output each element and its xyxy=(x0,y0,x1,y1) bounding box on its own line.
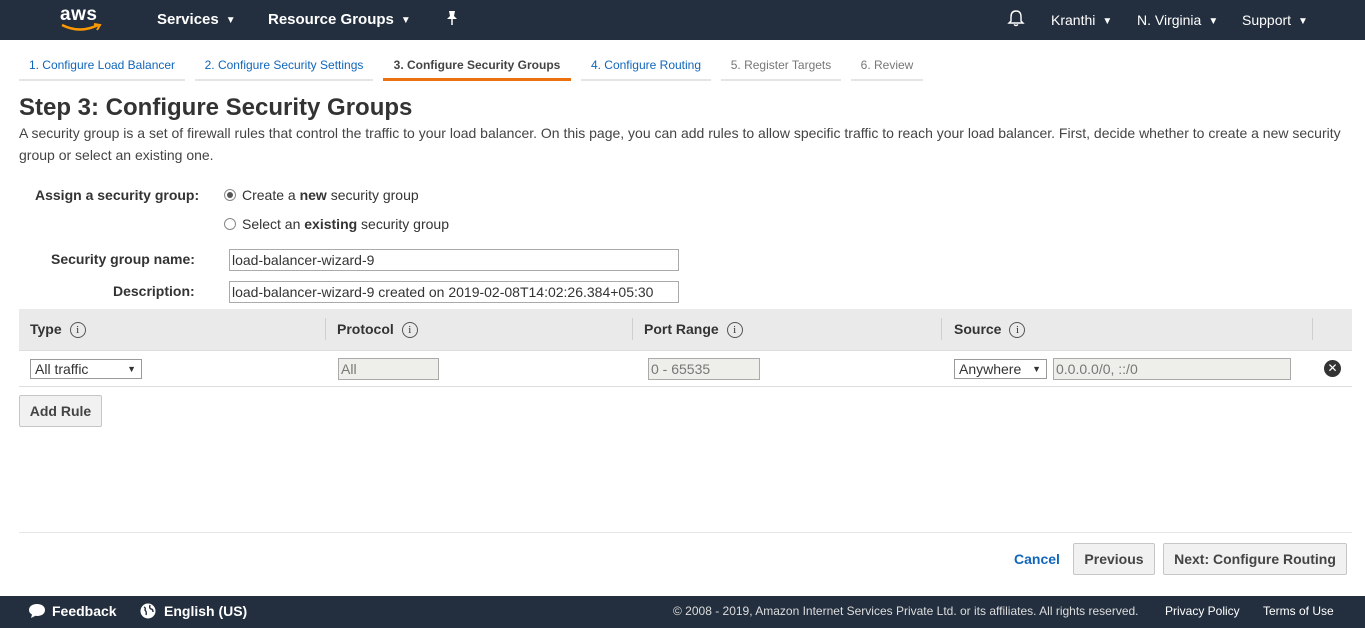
divider xyxy=(19,532,1352,533)
info-icon[interactable]: i xyxy=(401,322,418,338)
column-header-source: Source i xyxy=(954,309,1026,351)
footer: Feedback English (US) © 2008 - 2019, Ama… xyxy=(0,596,1365,628)
cancel-button[interactable]: Cancel xyxy=(1014,551,1060,567)
chevron-down-icon: ▼ xyxy=(400,15,411,26)
feedback-link[interactable]: Feedback xyxy=(28,596,117,626)
port-range-field: 0 - 65535 xyxy=(648,358,760,380)
column-header-protocol: Protocol i xyxy=(337,309,418,351)
terms-of-use-link[interactable]: Terms of Use xyxy=(1263,596,1334,626)
feedback-label: Feedback xyxy=(52,603,117,619)
create-new-text-post: security group xyxy=(326,187,419,203)
type-select[interactable]: All traffic ▼ xyxy=(30,359,142,379)
column-header-type: Type i xyxy=(30,309,86,351)
column-divider xyxy=(325,318,326,340)
pin-icon[interactable] xyxy=(445,0,459,40)
services-menu[interactable]: Services ▼ xyxy=(157,0,236,40)
privacy-policy-link[interactable]: Privacy Policy xyxy=(1165,596,1240,626)
chevron-down-icon: ▼ xyxy=(1298,16,1308,27)
chevron-down-icon: ▼ xyxy=(1208,16,1219,27)
chevron-down-icon: ▼ xyxy=(225,15,236,26)
tab-configure-security-settings[interactable]: 2. Configure Security Settings xyxy=(195,52,373,81)
notifications-bell-icon[interactable] xyxy=(1007,0,1025,40)
radio-create-new[interactable] xyxy=(224,189,236,201)
info-icon[interactable]: i xyxy=(69,322,86,338)
tab-register-targets: 5. Register Targets xyxy=(721,52,841,81)
tab-configure-security-groups[interactable]: 3. Configure Security Groups xyxy=(383,52,571,81)
protocol-field: All xyxy=(338,358,439,380)
column-header-protocol-label: Protocol xyxy=(337,321,394,337)
services-label: Services xyxy=(157,11,219,28)
radio-create-new-option[interactable]: Create a new security group xyxy=(224,187,419,203)
table-row: All traffic ▼ All 0 - 65535 Anywhere ▼ 0.0… xyxy=(19,351,1352,387)
radio-select-existing[interactable] xyxy=(224,218,236,230)
source-select-value: Anywhere xyxy=(959,361,1022,377)
add-rule-button[interactable]: Add Rule xyxy=(19,395,102,427)
globe-icon xyxy=(140,603,156,619)
language-label: English (US) xyxy=(164,603,248,619)
source-cidr-field: 0.0.0.0/0, ::/0 xyxy=(1053,358,1291,380)
previous-button[interactable]: Previous xyxy=(1073,543,1155,575)
select-existing-text-pre: Select an xyxy=(242,216,305,232)
tab-configure-routing[interactable]: 4. Configure Routing xyxy=(581,52,711,81)
resource-groups-menu[interactable]: Resource Groups ▼ xyxy=(268,0,411,40)
radio-select-existing-option[interactable]: Select an existing security group xyxy=(224,216,449,232)
dropdown-arrow-icon: ▼ xyxy=(1032,364,1041,374)
column-divider xyxy=(1312,318,1313,340)
column-header-source-label: Source xyxy=(954,321,1002,337)
column-header-type-label: Type xyxy=(30,321,62,337)
region-menu[interactable]: N. Virginia ▼ xyxy=(1137,0,1218,40)
select-existing-text-bold: existing xyxy=(304,216,358,232)
create-new-text-bold: new xyxy=(299,187,327,203)
info-icon[interactable]: i xyxy=(1009,322,1026,338)
aws-smile-icon xyxy=(61,23,102,31)
tab-configure-load-balancer[interactable]: 1. Configure Load Balancer xyxy=(19,52,185,81)
tab-review: 6. Review xyxy=(851,52,923,81)
type-select-value: All traffic xyxy=(35,361,89,377)
security-group-name-label: Security group name: xyxy=(51,251,195,267)
select-existing-text-post: security group xyxy=(357,216,449,232)
aws-logo[interactable]: aws xyxy=(60,4,104,34)
top-nav-bar: aws Services ▼ Resource Groups ▼ Kranthi ▼ … xyxy=(0,0,1365,40)
description-input[interactable] xyxy=(229,281,679,303)
source-select[interactable]: Anywhere ▼ xyxy=(954,359,1047,379)
column-divider xyxy=(632,318,633,340)
copyright-text: © 2008 - 2019, Amazon Internet Services … xyxy=(673,604,1139,618)
language-selector[interactable]: English (US) xyxy=(140,596,247,626)
user-name: Kranthi xyxy=(1051,12,1096,28)
assign-security-group-label: Assign a security group: xyxy=(35,187,200,203)
resource-groups-label: Resource Groups xyxy=(268,11,394,28)
column-divider xyxy=(941,318,942,340)
chevron-down-icon: ▼ xyxy=(1102,16,1113,27)
description-label: Description: xyxy=(113,283,195,299)
column-header-port-range-label: Port Range xyxy=(644,321,719,337)
remove-rule-icon[interactable]: ✕ xyxy=(1324,360,1341,377)
user-menu[interactable]: Kranthi ▼ xyxy=(1051,0,1112,40)
dropdown-arrow-icon: ▼ xyxy=(127,364,136,374)
security-group-name-input[interactable] xyxy=(229,249,679,271)
region-name: N. Virginia xyxy=(1137,12,1202,28)
column-header-port-range: Port Range i xyxy=(644,309,743,351)
rules-table-header: Type i Protocol i Port Range i Source i xyxy=(19,309,1352,351)
info-icon[interactable]: i xyxy=(726,322,743,338)
page-title: Step 3: Configure Security Groups xyxy=(19,94,413,121)
speech-bubble-icon xyxy=(29,604,45,618)
support-label: Support xyxy=(1242,12,1292,28)
create-new-text-pre: Create a xyxy=(242,187,300,203)
page-description: A security group is a set of firewall ru… xyxy=(19,125,1341,163)
support-menu[interactable]: Support ▼ xyxy=(1242,0,1308,40)
next-configure-routing-button[interactable]: Next: Configure Routing xyxy=(1163,543,1347,575)
